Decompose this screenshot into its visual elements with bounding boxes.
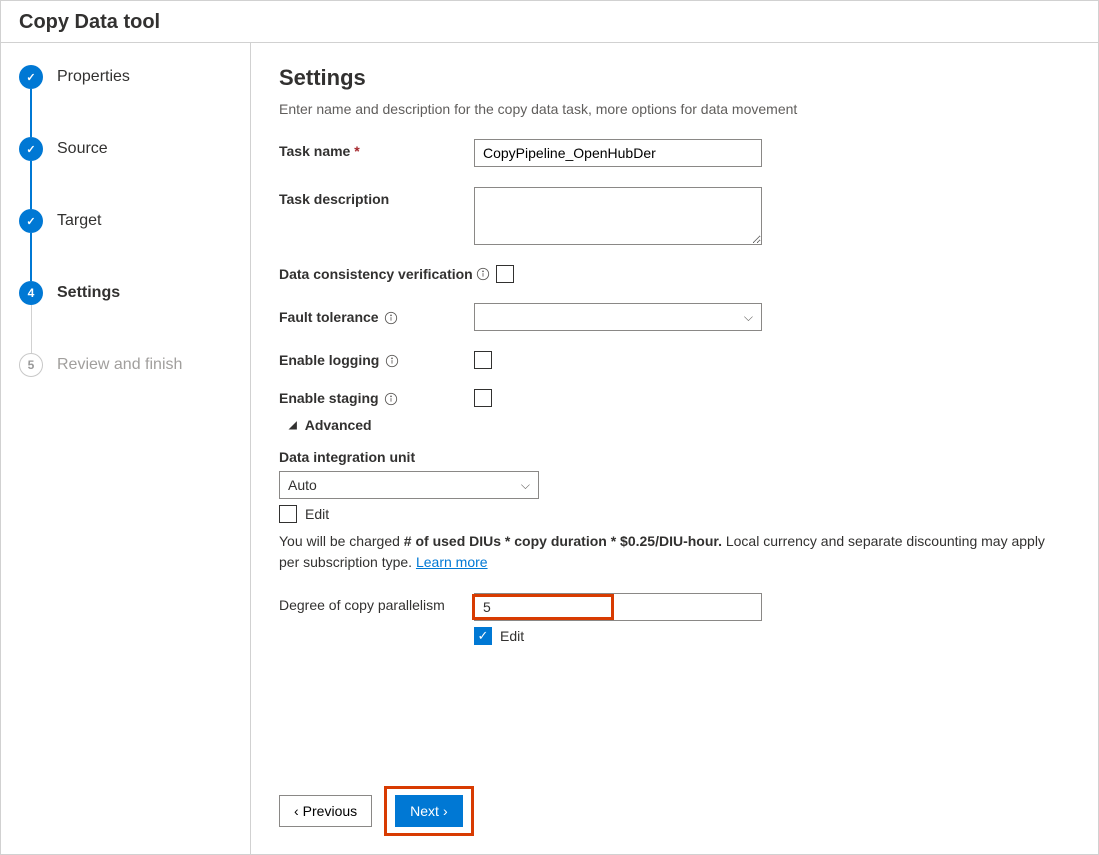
step-label: Properties	[57, 68, 130, 86]
header-title: Copy Data tool	[19, 11, 160, 33]
window: Copy Data tool ✓ Properties ✓ Source ✓ T…	[0, 0, 1099, 855]
step-target[interactable]: ✓ Target	[19, 209, 232, 233]
wizard-steps-sidebar: ✓ Properties ✓ Source ✓ Target 4 Setting…	[1, 43, 251, 854]
body: ✓ Properties ✓ Source ✓ Target 4 Setting…	[1, 43, 1098, 854]
learn-more-link[interactable]: Learn more	[416, 554, 488, 570]
parallelism-edit-row: ✓ Edit	[474, 627, 762, 645]
data-consistency-checkbox[interactable]	[496, 265, 514, 283]
diu-edit-row: Edit	[279, 505, 1070, 523]
chevron-down-icon: ⌵	[521, 478, 530, 493]
page-title-bar: Copy Data tool	[1, 1, 1098, 43]
diu-label: Data integration unit	[279, 449, 1070, 465]
diu-edit-label: Edit	[305, 506, 329, 522]
fault-tolerance-select[interactable]: ⌵	[474, 303, 762, 331]
step-label: Settings	[57, 284, 120, 302]
row-data-consistency: Data consistency verification	[279, 265, 1070, 283]
chevron-left-icon: ‹	[294, 804, 299, 818]
enable-staging-checkbox[interactable]	[474, 389, 492, 407]
step-label: Source	[57, 140, 108, 158]
chevron-right-icon: ›	[443, 804, 448, 818]
collapse-triangle-icon: ◢	[289, 420, 297, 431]
parallelism-input[interactable]: 5	[474, 593, 762, 621]
info-icon[interactable]	[384, 311, 398, 325]
row-fault-tolerance: Fault tolerance ⌵	[279, 303, 1070, 331]
info-icon[interactable]	[384, 392, 398, 406]
row-enable-logging: Enable logging	[279, 351, 1070, 369]
next-button[interactable]: Next ›	[395, 795, 462, 827]
enable-logging-checkbox[interactable]	[474, 351, 492, 369]
advanced-section: Data integration unit Auto ⌵ Edit You wi…	[279, 449, 1070, 645]
step-settings[interactable]: 4 Settings	[19, 281, 232, 305]
step-label: Target	[57, 212, 101, 230]
main-panel: Settings Enter name and description for …	[251, 43, 1098, 854]
highlight-box: Next ›	[384, 786, 473, 836]
check-icon: ✓	[19, 65, 43, 89]
advanced-toggle[interactable]: ◢ Advanced	[289, 417, 1070, 433]
info-icon[interactable]	[385, 354, 399, 368]
step-label: Review and finish	[57, 356, 182, 374]
check-icon: ✓	[19, 209, 43, 233]
task-description-input[interactable]	[474, 187, 762, 245]
task-description-label: Task description	[279, 187, 474, 207]
row-task-description: Task description	[279, 187, 1070, 245]
data-consistency-label: Data consistency verification	[279, 266, 474, 282]
chevron-down-icon: ⌵	[744, 310, 753, 325]
wizard-footer: ‹ Previous Next ›	[279, 774, 1070, 836]
check-icon: ✓	[19, 137, 43, 161]
enable-staging-label: Enable staging	[279, 390, 474, 406]
diu-pricing-hint: You will be charged # of used DIUs * cop…	[279, 531, 1059, 573]
step-number-icon: 5	[19, 353, 43, 377]
previous-button[interactable]: ‹ Previous	[279, 795, 372, 827]
info-icon[interactable]	[476, 267, 490, 281]
row-enable-staging: Enable staging	[279, 389, 1070, 407]
step-number-icon: 4	[19, 281, 43, 305]
diu-select[interactable]: Auto ⌵	[279, 471, 539, 499]
settings-heading: Settings	[279, 65, 1070, 91]
parallelism-edit-checkbox[interactable]: ✓	[474, 627, 492, 645]
row-task-name: Task name *	[279, 139, 1070, 167]
fault-tolerance-label: Fault tolerance	[279, 309, 474, 325]
task-name-label: Task name *	[279, 139, 474, 159]
highlight-box: 5	[472, 594, 614, 620]
row-parallelism: Degree of copy parallelism 5 ✓ Edit	[279, 593, 1070, 645]
settings-description: Enter name and description for the copy …	[279, 101, 1070, 117]
step-review[interactable]: 5 Review and finish	[19, 353, 232, 377]
step-source[interactable]: ✓ Source	[19, 137, 232, 161]
parallelism-label: Degree of copy parallelism	[279, 593, 474, 613]
parallelism-edit-label: Edit	[500, 628, 524, 644]
diu-edit-checkbox[interactable]	[279, 505, 297, 523]
task-name-input[interactable]	[474, 139, 762, 167]
step-properties[interactable]: ✓ Properties	[19, 65, 232, 89]
enable-logging-label: Enable logging	[279, 352, 474, 368]
